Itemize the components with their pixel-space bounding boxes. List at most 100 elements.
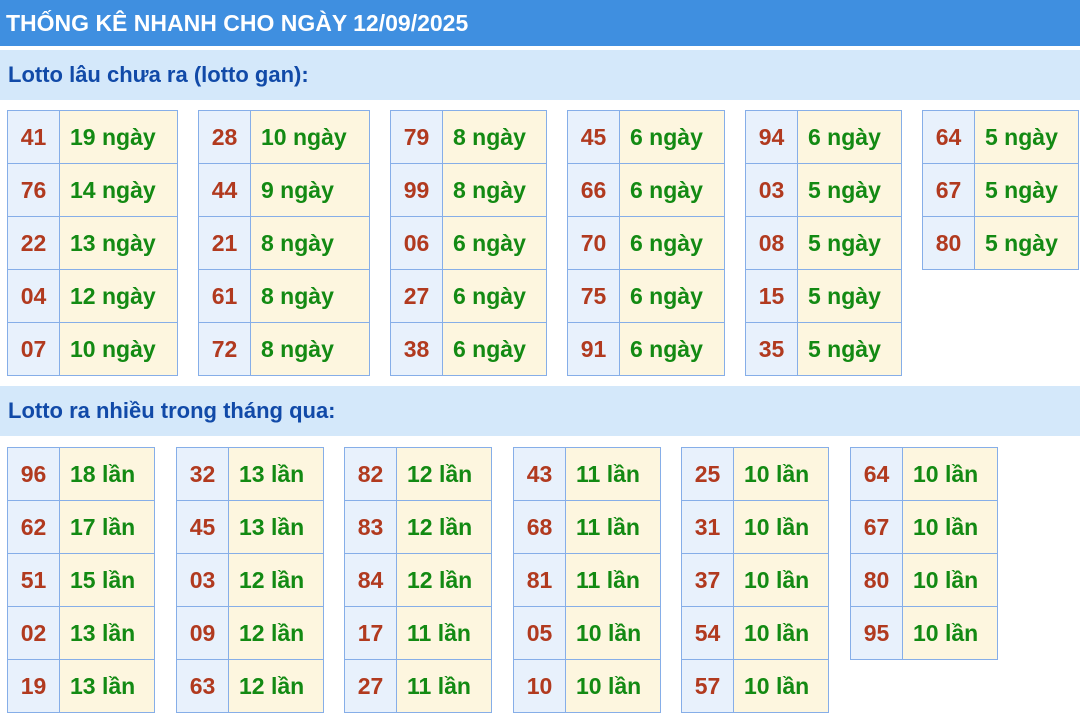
- table-row: 41 19 ngày: [7, 110, 178, 164]
- section-heading-lotto-gan: Lotto lâu chưa ra (lotto gan):: [0, 50, 1080, 100]
- table-row: 66 6 ngày: [567, 163, 725, 217]
- table-row: 21 8 ngày: [198, 216, 370, 270]
- table-row: 51 15 lần: [7, 553, 155, 607]
- lotto-number: 03: [745, 163, 798, 217]
- times-appeared: 10 lần: [733, 606, 829, 660]
- times-appeared: 11 lần: [565, 500, 661, 554]
- table-row: 95 10 lần: [850, 606, 998, 660]
- times-appeared: 11 lần: [396, 659, 492, 713]
- lotto-number: 35: [745, 322, 798, 376]
- table-row: 72 8 ngày: [198, 322, 370, 376]
- lotto-number: 41: [7, 110, 60, 164]
- table-row: 64 5 ngày: [922, 110, 1079, 164]
- table-row: 80 5 ngày: [922, 216, 1079, 270]
- days-absent: 8 ngày: [250, 216, 370, 270]
- table-row: 10 10 lần: [513, 659, 661, 713]
- times-appeared: 11 lần: [565, 447, 661, 501]
- table-row: 17 11 lần: [344, 606, 492, 660]
- table-row: 63 12 lần: [176, 659, 324, 713]
- times-appeared: 10 lần: [902, 553, 998, 607]
- table-row: 28 10 ngày: [198, 110, 370, 164]
- days-absent: 5 ngày: [974, 163, 1079, 217]
- lotto-number: 80: [850, 553, 903, 607]
- table-row: 67 10 lần: [850, 500, 998, 554]
- lotto-number: 94: [745, 110, 798, 164]
- lotto-number: 02: [7, 606, 60, 660]
- lotto-number: 28: [198, 110, 251, 164]
- days-absent: 10 ngày: [59, 322, 178, 376]
- table-row: 07 10 ngày: [7, 322, 178, 376]
- times-appeared: 10 lần: [733, 659, 829, 713]
- times-appeared: 11 lần: [396, 606, 492, 660]
- table-row: 80 10 lần: [850, 553, 998, 607]
- times-appeared: 10 lần: [733, 500, 829, 554]
- table-row: 03 12 lần: [176, 553, 324, 607]
- times-appeared: 12 lần: [396, 447, 492, 501]
- table-row: 45 13 lần: [176, 500, 324, 554]
- days-absent: 10 ngày: [250, 110, 370, 164]
- lotto-number: 44: [198, 163, 251, 217]
- table-row: 35 5 ngày: [745, 322, 902, 376]
- lotto-number: 27: [390, 269, 443, 323]
- days-absent: 19 ngày: [59, 110, 178, 164]
- times-appeared: 11 lần: [565, 553, 661, 607]
- lotto-number: 67: [850, 500, 903, 554]
- lotto-gan-group: 45 6 ngày 66 6 ngày 70 6 ngày 75 6 ngày 91 6 ngày: [567, 110, 725, 376]
- lotto-gan-group: 28 10 ngày 44 9 ngày 21 8 ngày 61 8 ngày 72 8 ngà…: [198, 110, 370, 376]
- lotto-number: 03: [176, 553, 229, 607]
- days-absent: 9 ngày: [250, 163, 370, 217]
- lotto-frequent-group: 32 13 lần 45 13 lần 03 12 lần 09 12 lần 63 12 lần: [176, 447, 324, 713]
- lotto-number: 09: [176, 606, 229, 660]
- lotto-number: 82: [344, 447, 397, 501]
- table-row: 15 5 ngày: [745, 269, 902, 323]
- table-row: 75 6 ngày: [567, 269, 725, 323]
- lotto-number: 05: [513, 606, 566, 660]
- days-absent: 8 ngày: [250, 322, 370, 376]
- days-absent: 6 ngày: [619, 216, 725, 270]
- table-row: 79 8 ngày: [390, 110, 547, 164]
- lotto-number: 08: [745, 216, 798, 270]
- lotto-number: 57: [681, 659, 734, 713]
- lotto-number: 75: [567, 269, 620, 323]
- lotto-number: 45: [176, 500, 229, 554]
- page-title: THỐNG KÊ NHANH CHO NGÀY 12/09/2025: [0, 0, 1080, 46]
- table-row: 09 12 lần: [176, 606, 324, 660]
- lotto-gan-group: 94 6 ngày 03 5 ngày 08 5 ngày 15 5 ngày 35 5 ngày: [745, 110, 902, 376]
- table-row: 05 10 lần: [513, 606, 661, 660]
- lotto-number: 72: [198, 322, 251, 376]
- table-row: 04 12 ngày: [7, 269, 178, 323]
- table-row: 76 14 ngày: [7, 163, 178, 217]
- table-row: 96 18 lần: [7, 447, 155, 501]
- lotto-number: 96: [7, 447, 60, 501]
- lotto-number: 54: [681, 606, 734, 660]
- table-row: 61 8 ngày: [198, 269, 370, 323]
- lotto-number: 06: [390, 216, 443, 270]
- days-absent: 6 ngày: [442, 322, 547, 376]
- days-absent: 5 ngày: [797, 163, 902, 217]
- times-appeared: 13 lần: [59, 606, 155, 660]
- times-appeared: 10 lần: [733, 553, 829, 607]
- lotto-number: 38: [390, 322, 443, 376]
- days-absent: 6 ngày: [619, 322, 725, 376]
- lotto-number: 63: [176, 659, 229, 713]
- times-appeared: 10 lần: [733, 447, 829, 501]
- days-absent: 6 ngày: [442, 216, 547, 270]
- table-row: 99 8 ngày: [390, 163, 547, 217]
- days-absent: 14 ngày: [59, 163, 178, 217]
- table-row: 22 13 ngày: [7, 216, 178, 270]
- lotto-number: 81: [513, 553, 566, 607]
- days-absent: 5 ngày: [974, 110, 1079, 164]
- days-absent: 5 ngày: [797, 269, 902, 323]
- lotto-number: 61: [198, 269, 251, 323]
- table-row: 94 6 ngày: [745, 110, 902, 164]
- lotto-number: 10: [513, 659, 566, 713]
- lotto-frequent-group: 96 18 lần 62 17 lần 51 15 lần 02 13 lần 19 13 lần: [7, 447, 155, 713]
- lotto-number: 76: [7, 163, 60, 217]
- lotto-number: 99: [390, 163, 443, 217]
- lotto-number: 95: [850, 606, 903, 660]
- table-row: 02 13 lần: [7, 606, 155, 660]
- times-appeared: 10 lần: [565, 606, 661, 660]
- table-row: 03 5 ngày: [745, 163, 902, 217]
- lotto-number: 84: [344, 553, 397, 607]
- table-row: 44 9 ngày: [198, 163, 370, 217]
